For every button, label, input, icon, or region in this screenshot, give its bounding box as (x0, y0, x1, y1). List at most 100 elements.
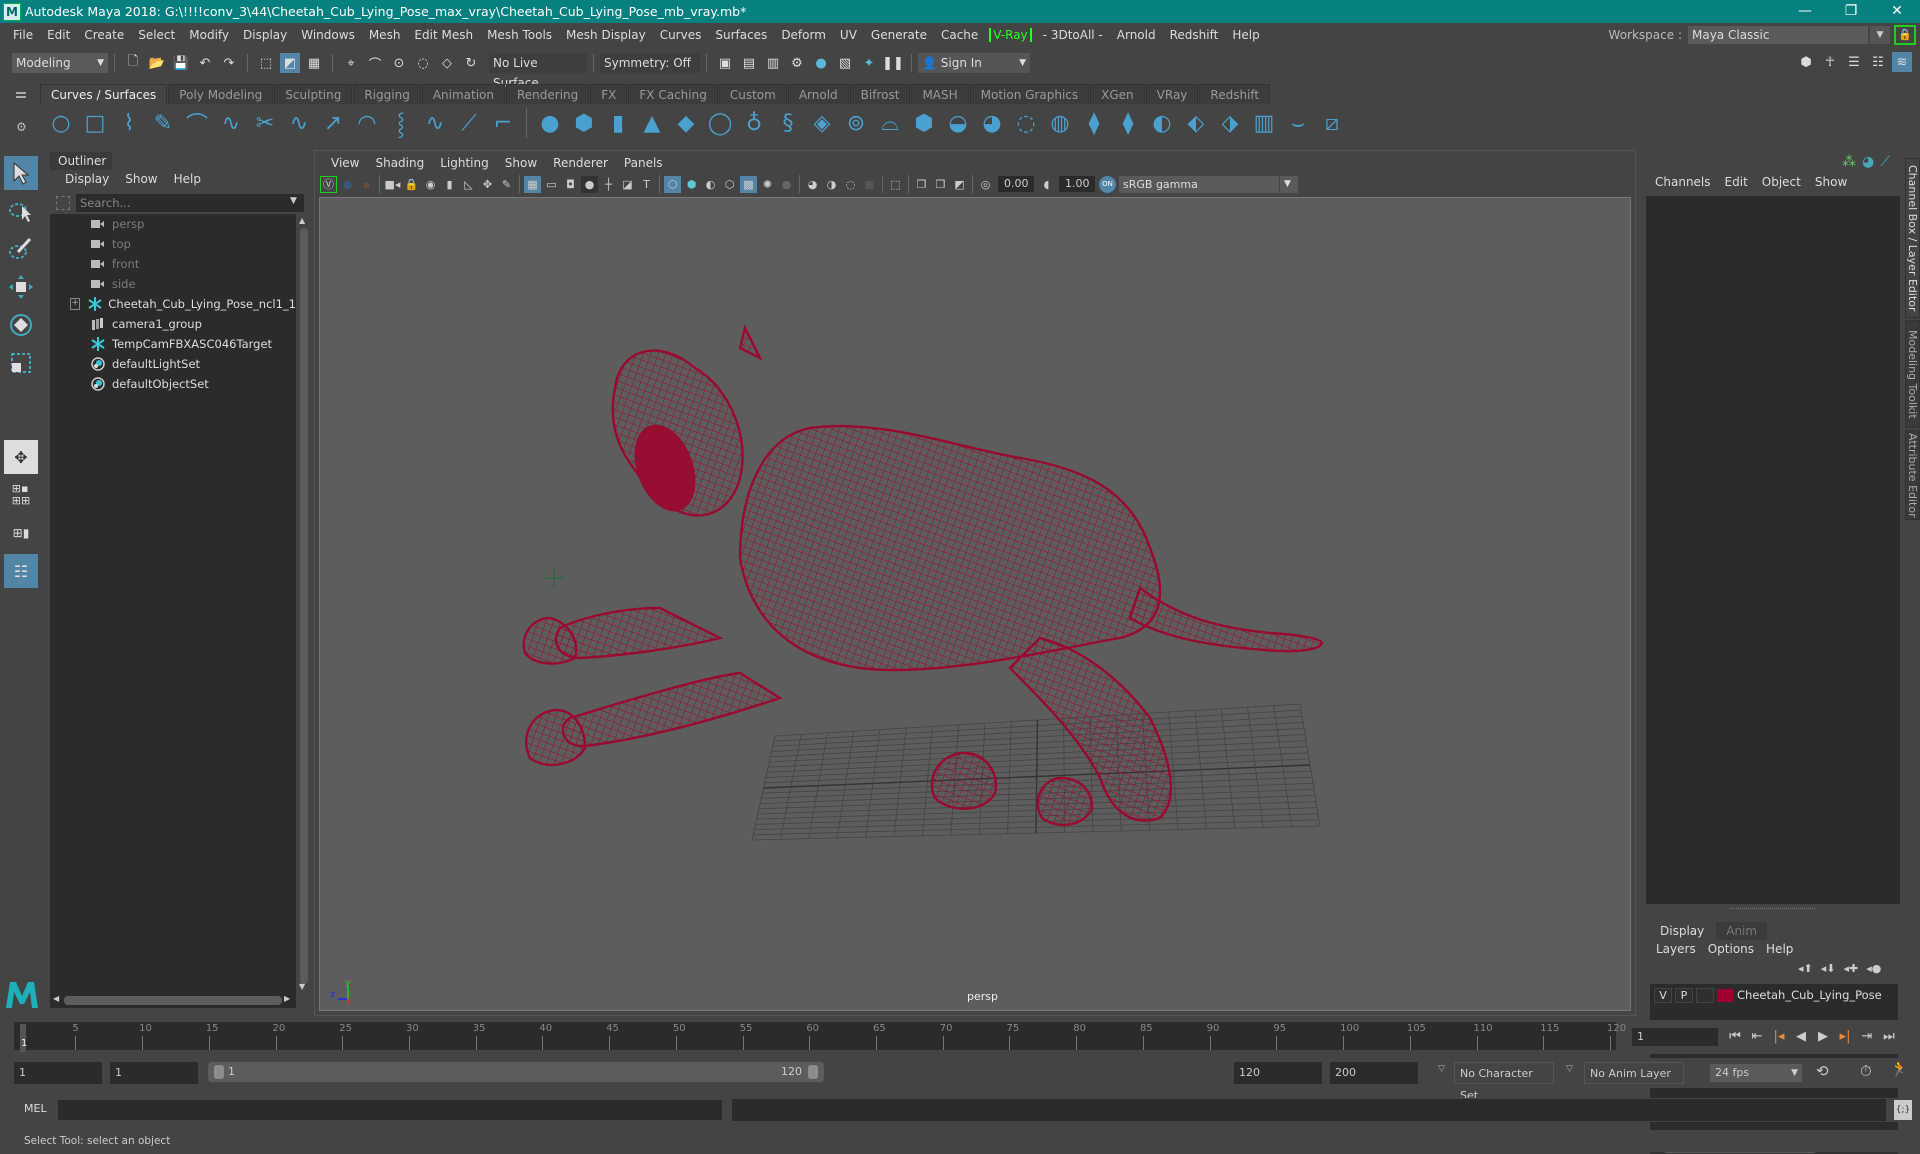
rebuild-surface-icon[interactable]: ▥ (1249, 108, 1279, 138)
menu-create[interactable]: Create (77, 28, 131, 42)
channel-box-hyperbolic-icon[interactable]: ⟋ (1880, 154, 1890, 170)
grease-pencil-icon[interactable]: ✎ (498, 176, 515, 193)
tab-modeling-toolkit[interactable]: Modeling Toolkit (1905, 320, 1920, 428)
color-management-toggle-icon[interactable]: ON (1099, 175, 1116, 193)
menu-mesh[interactable]: Mesh (362, 28, 408, 42)
viewport-menu-lighting[interactable]: Lighting (432, 153, 497, 173)
render-region-disabled-icon[interactable]: ▪ (358, 176, 375, 193)
minimize-button[interactable]: — (1782, 0, 1828, 23)
two-view-layout-icon[interactable]: ⊞▮ (4, 516, 38, 550)
film-gate-icon[interactable]: ▭ (543, 176, 560, 193)
maximize-button[interactable]: ❐ (1828, 0, 1874, 23)
save-scene-icon[interactable]: 💾 (171, 53, 191, 73)
go-to-start-icon[interactable]: ⏮ (1724, 1026, 1746, 1048)
shelf-tab-bifrost[interactable]: Bifrost (849, 84, 911, 104)
cv-curve-icon[interactable]: ⌇ (114, 108, 144, 138)
paint-select-tool-icon[interactable] (4, 232, 38, 266)
menu-edit-mesh[interactable]: Edit Mesh (407, 28, 480, 42)
open-scene-icon[interactable]: 📂 (147, 53, 167, 73)
menu-select[interactable]: Select (131, 28, 182, 42)
shelf-tab-fx-caching[interactable]: FX Caching (628, 84, 718, 104)
hypershade-icon[interactable]: ● (811, 53, 831, 73)
outliner-menu-show[interactable]: Show (117, 170, 165, 188)
planar-icon[interactable]: ◈ (807, 108, 837, 138)
safe-action-icon[interactable]: ◪ (619, 176, 636, 193)
play-forwards-icon[interactable]: ▶ (1812, 1026, 1834, 1048)
anim-layer-dropdown[interactable]: No Anim Layer (1584, 1062, 1684, 1084)
current-frame-field[interactable]: 1 (1632, 1028, 1718, 1046)
outliner-item[interactable]: + Cheetah_Cub_Lying_Pose_ncl1_1 (50, 294, 296, 314)
menu-vray[interactable]: V-Ray (989, 27, 1032, 42)
smooth-shade-icon[interactable]: ⬢ (683, 176, 700, 193)
outliner-item[interactable]: defaultObjectSet (50, 374, 296, 394)
move-layer-down-icon[interactable]: ◂⬇ (1821, 962, 1836, 975)
open-close-surfaces-icon[interactable]: ◐ (1147, 108, 1177, 138)
layers-menu[interactable]: Layers (1650, 940, 1702, 958)
viewport-menu-show[interactable]: Show (497, 153, 545, 173)
snap-curve-icon[interactable]: ⌒ (365, 53, 385, 73)
nurbs-cylinder-icon[interactable]: ▮ (603, 108, 633, 138)
nurbs-sphere-icon[interactable]: ● (535, 108, 565, 138)
scene-canvas[interactable]: yz (320, 198, 1631, 1011)
script-language-toggle[interactable]: MEL (24, 1102, 47, 1115)
character-controls-icon[interactable]: ☥ (1820, 52, 1840, 72)
ipr-render-icon[interactable]: ▥ (763, 53, 783, 73)
auto-key-icon[interactable]: ⏱ (1860, 1062, 1872, 1080)
shelf-tab-animation[interactable]: Animation (421, 84, 505, 104)
scroll-up-icon[interactable]: ▲ (299, 216, 305, 225)
nurbs-cube-icon[interactable]: ⬢ (569, 108, 599, 138)
channel-box-manip-icon[interactable]: ⁂ (1842, 154, 1856, 170)
outliner-search-input[interactable]: Search... (76, 194, 304, 212)
shelf-tab-redshift[interactable]: Redshift (1199, 84, 1271, 104)
shadows-icon[interactable]: ● (778, 176, 795, 193)
shelf-tab-xgen[interactable]: XGen (1090, 84, 1145, 104)
scroll-right-icon[interactable]: ▶ (284, 994, 290, 1003)
attach-curves-icon[interactable]: ∿ (284, 108, 314, 138)
menu-file[interactable]: File (6, 28, 40, 42)
menu-uv[interactable]: UV (833, 28, 864, 42)
menu-mesh-tools[interactable]: Mesh Tools (480, 28, 559, 42)
channel-box-speed-icon[interactable]: ◕ (1862, 154, 1874, 170)
shelf-tab-rendering[interactable]: Rendering (506, 84, 590, 104)
grid-toggle-icon[interactable]: ▦ (524, 175, 541, 193)
animation-preferences-icon[interactable]: 🏃 (1890, 1060, 1909, 1078)
vray-viewport-icon[interactable]: Ⓥ (320, 175, 337, 193)
nurbs-circle-icon[interactable]: ○ (46, 108, 76, 138)
modeling-toolkit-icon[interactable]: ⬢ (1796, 52, 1816, 72)
select-component-icon[interactable]: ▦ (304, 53, 324, 73)
menu-edit[interactable]: Edit (40, 28, 77, 42)
sign-in-button[interactable]: 👤 Sign In ▼ (918, 53, 1030, 73)
field-chart-icon[interactable]: ┼ (600, 176, 617, 193)
select-camera-icon[interactable]: ■◂ (384, 176, 401, 193)
outliner-layout-icon[interactable]: ☷ (4, 554, 38, 588)
expand-icon[interactable]: + (70, 298, 81, 310)
shelf-tab-vray[interactable]: VRay (1145, 84, 1199, 104)
menu-curves[interactable]: Curves (653, 28, 709, 42)
intersect-surfaces-icon[interactable]: ◒ (943, 108, 973, 138)
object-menu[interactable]: Object (1755, 172, 1808, 192)
insert-knot-icon[interactable]: ∿ (420, 108, 450, 138)
snap-point-icon[interactable]: ⊙ (389, 53, 409, 73)
outliner-menu-display[interactable]: Display (57, 170, 117, 188)
nurbs-plane-icon[interactable]: ◆ (671, 108, 701, 138)
xray-active-icon[interactable]: ❒ (932, 176, 949, 193)
scroll-left-icon[interactable]: ◀ (53, 994, 59, 1003)
xray-icon[interactable]: ❐ (913, 176, 930, 193)
snap-view-plane-icon[interactable]: ◇ (437, 53, 457, 73)
sculpt-geometry-icon[interactable]: ⌣ (1283, 108, 1313, 138)
view-transform-dropdown[interactable]: sRGB gamma (1119, 175, 1279, 193)
gamma-icon[interactable]: ◖ (1038, 176, 1055, 193)
shelf-menu-icon[interactable] (16, 92, 26, 98)
depth-of-field-icon[interactable]: ■ (861, 176, 878, 193)
outliner-item[interactable]: front (50, 254, 296, 274)
menu-help[interactable]: Help (1225, 28, 1266, 42)
range-start-handle[interactable] (214, 1065, 224, 1079)
offset-curve-icon[interactable]: ◠ (352, 108, 382, 138)
layer-help-menu[interactable]: Help (1760, 940, 1799, 958)
layer-row[interactable]: V P Cheetah_Cub_Lying_Pose (1650, 984, 1898, 1006)
move-tool-icon[interactable] (4, 270, 38, 304)
select-hierarchy-icon[interactable]: ⬚ (256, 53, 276, 73)
anim-layer-chevron-icon[interactable]: ▽ (1566, 1064, 1573, 1074)
loop-icon[interactable]: ⟲ (1816, 1062, 1829, 1080)
menu-display[interactable]: Display (236, 28, 294, 42)
